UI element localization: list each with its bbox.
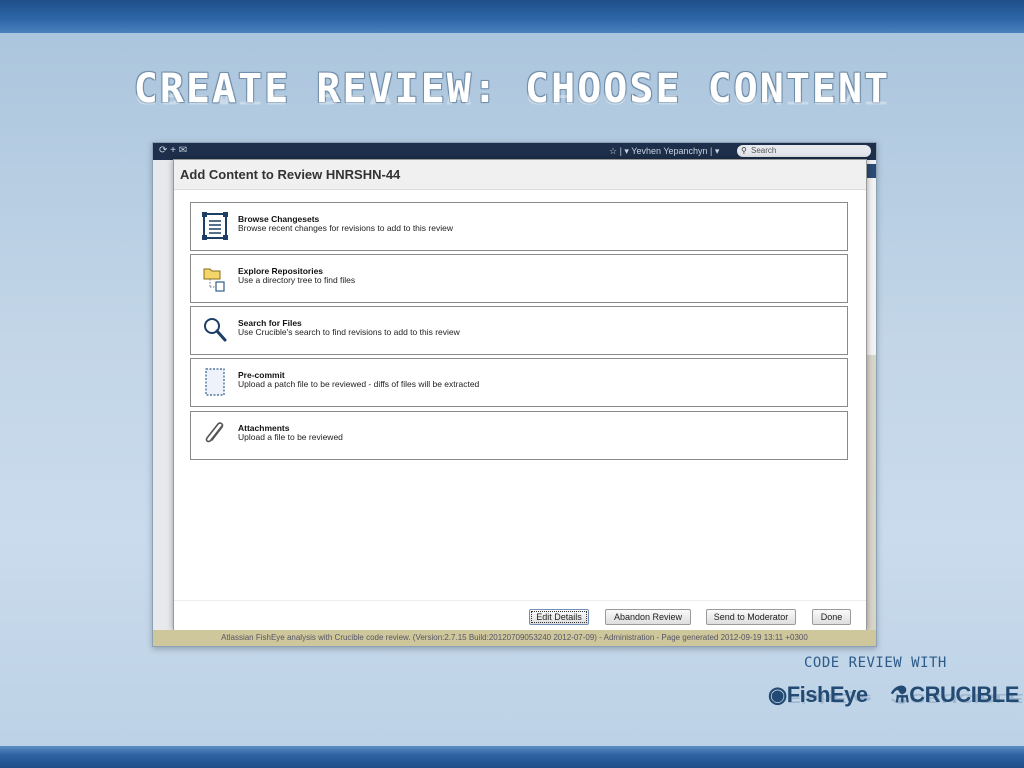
search-icon: ⚲ (741, 146, 747, 155)
option-description: Upload a file to be reviewed (238, 432, 343, 442)
user-name[interactable]: Yevhen Yepanchyn (631, 146, 707, 156)
dialog-header: Add Content to Review HNRSHN-44 (174, 160, 866, 190)
send-to-moderator-button[interactable]: Send to Moderator (706, 609, 796, 625)
crucible-logo-reflection: ⚗CRUCIBLE (890, 691, 1024, 706)
dialog-title: Add Content to Review HNRSHN-44 (180, 167, 401, 182)
folder-tree-icon (203, 268, 225, 292)
fisheye-logo-reflection: ◉FishEye (768, 691, 872, 706)
option-description: Use Crucible's search to find revisions … (238, 327, 460, 337)
done-button[interactable]: Done (812, 609, 851, 625)
abandon-review-button[interactable]: Abandon Review (605, 609, 691, 625)
bottom-banner (0, 746, 1024, 768)
magnifier-icon (204, 318, 227, 342)
app-side-strip (153, 160, 174, 630)
option-description: Upload a patch file to be reviewed - dif… (238, 379, 480, 389)
edit-details-button[interactable]: Edit Details (529, 609, 589, 625)
app-screenshot: ⟳ + ✉ ☆ | ▾ Yevhen Yepanchyn | ▾ ⚲ Searc… (152, 142, 877, 647)
star-icon[interactable]: ☆ (609, 146, 617, 156)
changesets-icon (202, 212, 228, 240)
option-explore-repositories[interactable]: Explore Repositories Use a directory tre… (190, 254, 848, 303)
slide-title-reflection: CREATE REVIEW: CHOOSE CONTENT (133, 91, 891, 109)
header-user[interactable]: ☆ | ▾ Yevhen Yepanchyn | ▾ (609, 146, 719, 157)
patch-file-icon (205, 368, 225, 396)
paperclip-icon (205, 422, 224, 443)
option-attachments[interactable]: Attachments Upload a file to be reviewed (190, 411, 848, 460)
search-input[interactable]: ⚲ Search (737, 145, 871, 157)
option-browse-changesets[interactable]: Browse Changesets Browse recent changes … (190, 202, 848, 251)
app-header: ⟳ + ✉ ☆ | ▾ Yevhen Yepanchyn | ▾ ⚲ Searc… (153, 143, 876, 160)
top-banner (0, 0, 1024, 33)
app-footer: Atlassian FishEye analysis with Crucible… (153, 630, 876, 646)
header-icons: ⟳ + ✉ (159, 145, 188, 156)
dialog-footer: Edit Details Abandon Review Send to Mode… (174, 600, 866, 630)
option-description: Use a directory tree to find files (238, 275, 356, 285)
tagline: CODE REVIEW WITH (804, 655, 947, 671)
option-description: Browse recent changes for revisions to a… (238, 223, 453, 233)
product-logos: ◉FishEye ⚗CRUCIBLE ◉FishEye ⚗CRUCIBLE (768, 680, 1023, 740)
option-pre-commit[interactable]: Pre-commit Upload a patch file to be rev… (190, 358, 848, 407)
add-content-dialog: Add Content to Review HNRSHN-44 Browse C… (173, 159, 867, 630)
option-search-files[interactable]: Search for Files Use Crucible's search t… (190, 306, 848, 355)
search-placeholder: Search (751, 146, 777, 155)
